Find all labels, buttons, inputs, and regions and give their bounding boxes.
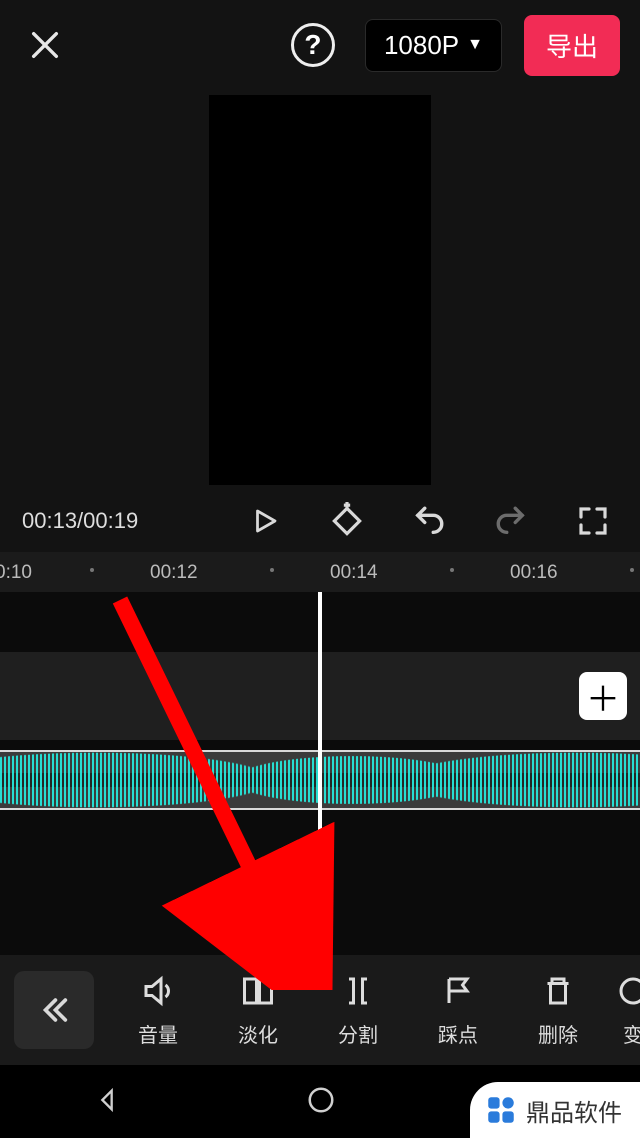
- split-icon: [340, 973, 376, 1009]
- timeline[interactable]: ＋: [0, 592, 640, 957]
- trash-icon: [540, 973, 576, 1009]
- nav-home-button[interactable]: [306, 1085, 336, 1120]
- tool-label: 变: [623, 1019, 640, 1048]
- play-button[interactable]: [240, 496, 290, 546]
- undo-button[interactable]: [404, 496, 454, 546]
- fade-icon: [240, 973, 276, 1009]
- watermark-logo-icon: [484, 1093, 518, 1127]
- tool-change[interactable]: 变: [608, 973, 640, 1048]
- flag-icon: [440, 973, 476, 1009]
- fullscreen-button[interactable]: [568, 496, 618, 546]
- ruler-mark: 00:12: [150, 562, 198, 584]
- tool-fade[interactable]: 淡化: [208, 973, 308, 1048]
- playhead[interactable]: [318, 592, 322, 957]
- export-button[interactable]: 导出: [524, 15, 620, 76]
- add-clip-button[interactable]: ＋: [579, 672, 627, 720]
- tool-volume[interactable]: 音量: [108, 973, 208, 1048]
- tool-split[interactable]: 分割: [308, 973, 408, 1048]
- ruler-dot: [450, 568, 454, 572]
- resolution-label: 1080P: [384, 30, 459, 61]
- ruler-mark: 0:10: [0, 562, 32, 584]
- time-display: 00:13/00:19: [22, 508, 208, 534]
- tool-label: 音量: [138, 1019, 178, 1048]
- nav-back-button[interactable]: [93, 1086, 121, 1119]
- tool-label: 删除: [538, 1019, 578, 1048]
- volume-icon: [140, 973, 176, 1009]
- help-icon[interactable]: ?: [291, 23, 335, 67]
- tool-beat[interactable]: 踩点: [408, 973, 508, 1048]
- ruler-mark: 00:14: [330, 562, 378, 584]
- tool-label: 分割: [338, 1019, 378, 1048]
- timeline-ruler[interactable]: 0:10 00:12 00:14 00:16: [0, 552, 640, 592]
- tool-label: 踩点: [438, 1019, 478, 1048]
- tool-delete[interactable]: 删除: [508, 973, 608, 1048]
- ruler-dot: [270, 568, 274, 572]
- tool-label: 淡化: [238, 1019, 278, 1048]
- ruler-dot: [630, 568, 634, 572]
- close-button[interactable]: [20, 20, 70, 70]
- watermark: 鼎品软件: [470, 1082, 640, 1138]
- preview-area: [0, 90, 640, 490]
- collapse-toolbar-button[interactable]: [14, 971, 94, 1049]
- change-icon: [615, 973, 640, 1009]
- resolution-dropdown[interactable]: 1080P ▼: [365, 19, 502, 72]
- chevron-down-icon: ▼: [467, 36, 483, 54]
- keyframe-button[interactable]: [322, 496, 372, 546]
- watermark-text: 鼎品软件: [526, 1093, 622, 1128]
- ruler-dot: [90, 568, 94, 572]
- preview-frame[interactable]: [209, 95, 431, 485]
- redo-button[interactable]: [486, 496, 536, 546]
- ruler-mark: 00:16: [510, 562, 558, 584]
